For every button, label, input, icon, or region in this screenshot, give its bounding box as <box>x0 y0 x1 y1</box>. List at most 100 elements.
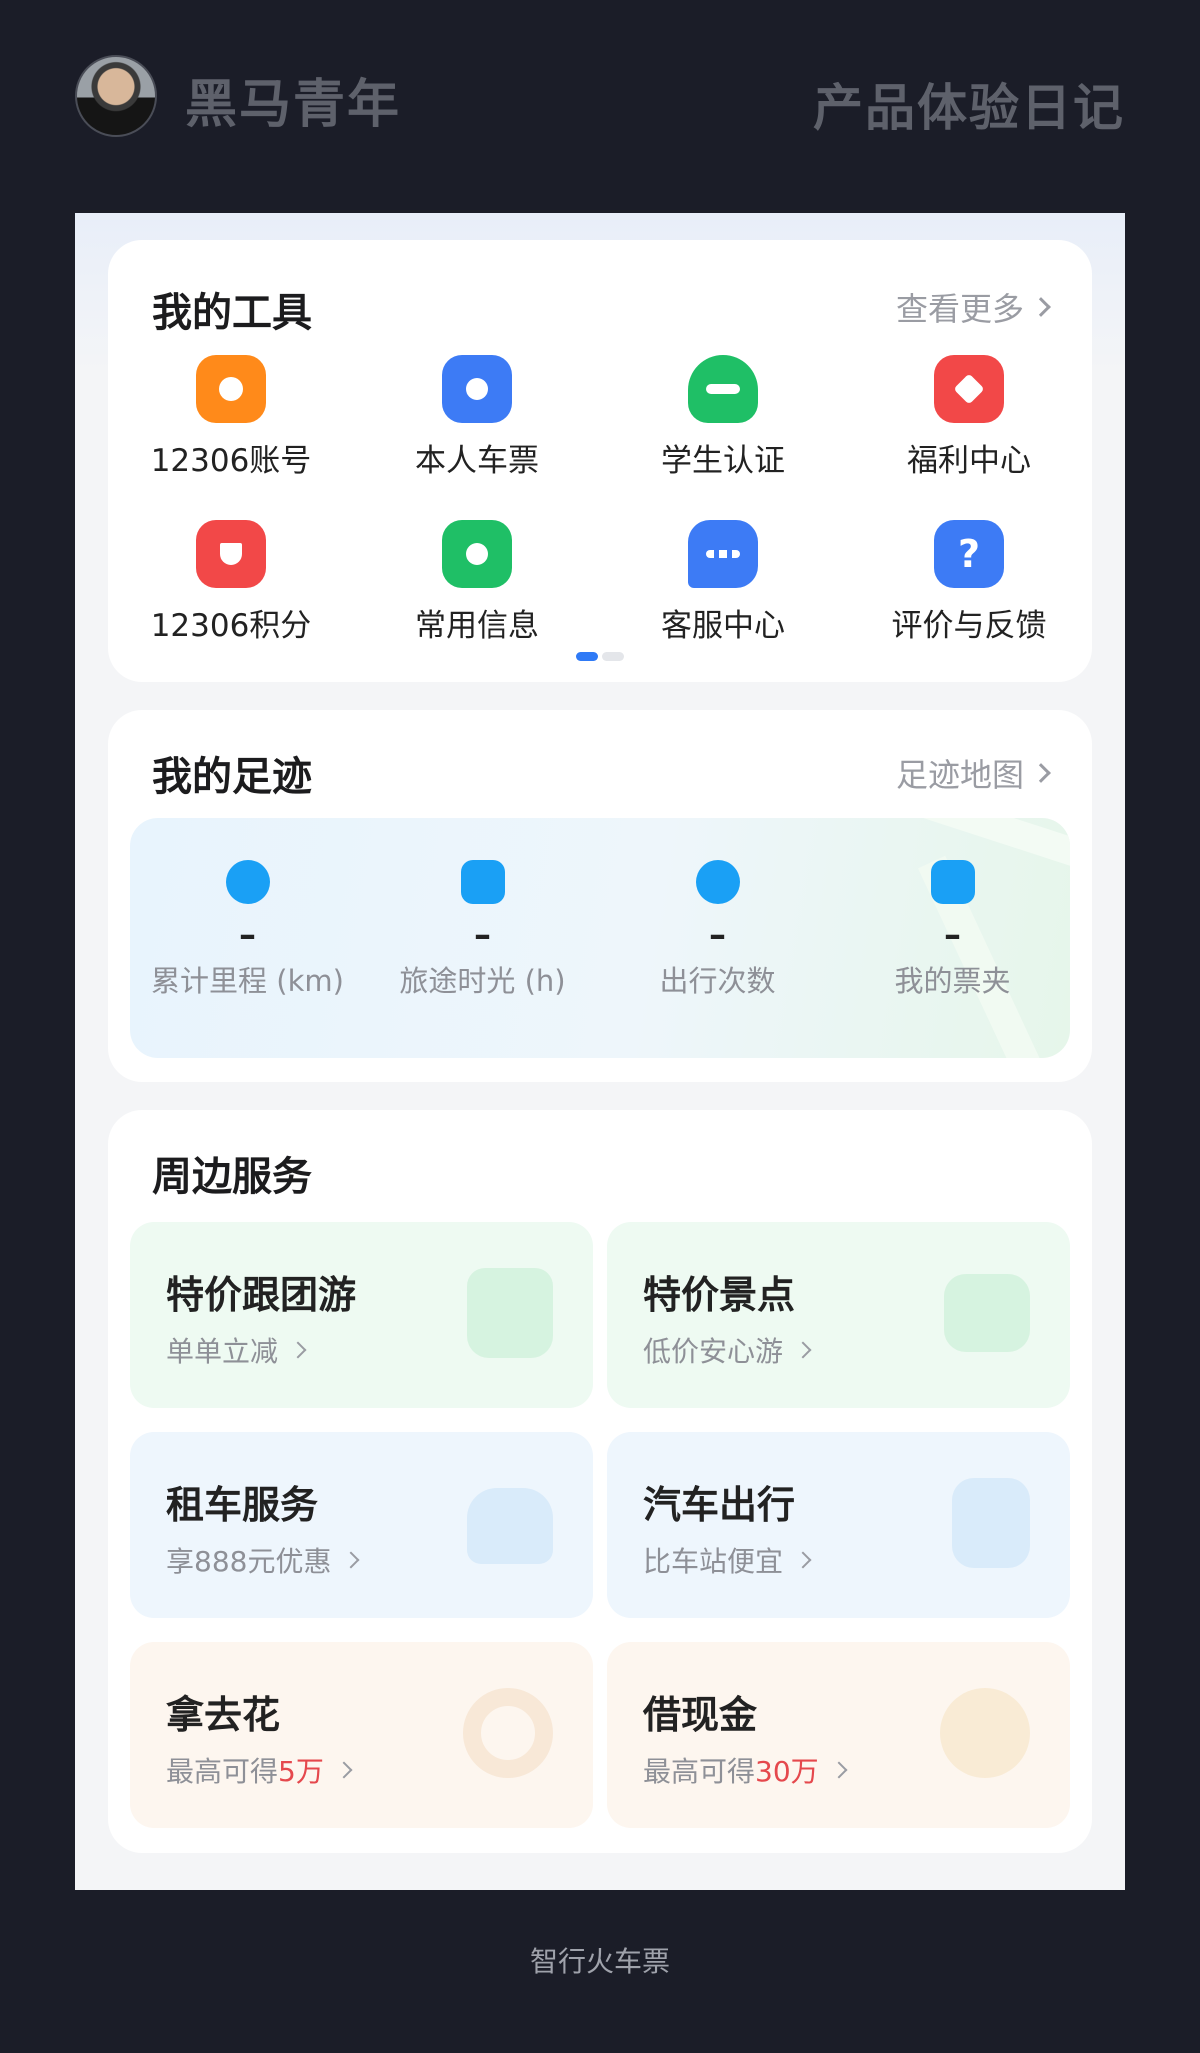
service-car-rental[interactable]: 租车服务 享888元优惠 <box>130 1432 593 1618</box>
contact-card-icon <box>442 520 512 588</box>
footprint-stats: – 累计里程 (km) – 旅途时光 (h) – 出行次数 – 我的票夹 <box>130 818 1070 1000</box>
chevron-right-icon <box>1031 297 1051 317</box>
stat-total-mileage[interactable]: – 累计里程 (km) <box>130 818 365 1000</box>
planet-icon <box>695 860 740 904</box>
tool-12306-account[interactable]: 12306账号 <box>108 355 354 480</box>
service-highlight: 5万 <box>278 1755 324 1788</box>
service-subtitle: 单单立减 <box>166 1330 307 1370</box>
stat-label: 累计里程 (km) <box>151 964 344 998</box>
avatar <box>75 55 157 137</box>
coin-icon <box>940 1688 1030 1778</box>
stat-value: – <box>239 915 256 955</box>
nearby-services-card: 周边服务 特价跟团游 单单立减 特价景点 低价安心游 租车服务 享888元优惠 … <box>108 1110 1092 1853</box>
tool-label: 客服中心 <box>661 608 785 644</box>
diary-title: 产品体验日记 <box>813 79 1125 137</box>
footprint-stats-panel: – 累计里程 (km) – 旅途时光 (h) – 出行次数 – 我的票夹 <box>130 818 1070 1058</box>
footprint-title: 我的足迹 <box>152 754 312 800</box>
service-title: 特价跟团游 <box>166 1273 357 1317</box>
tool-label: 评价与反馈 <box>891 608 1047 644</box>
service-subtitle: 最高可得30万 <box>643 1750 848 1790</box>
service-subtitle-text: 比车站便宜 <box>643 1545 784 1578</box>
view-more-label: 查看更多 <box>895 290 1024 328</box>
service-title: 特价景点 <box>643 1273 796 1317</box>
my-tools-title: 我的工具 <box>152 290 312 336</box>
page-dot <box>602 652 624 661</box>
footprint-map-link[interactable]: 足迹地图 <box>895 750 1051 796</box>
service-title: 汽车出行 <box>643 1483 796 1527</box>
points-wallet-icon <box>196 520 266 588</box>
tool-label: 学生认证 <box>661 443 785 479</box>
service-subtitle: 最高可得5万 <box>166 1750 353 1790</box>
service-subtitle: 低价安心游 <box>643 1330 812 1370</box>
service-naquhua[interactable]: 拿去花 最高可得5万 <box>130 1642 593 1828</box>
tool-common-info[interactable]: 常用信息 <box>354 520 600 645</box>
services-grid: 特价跟团游 单单立减 特价景点 低价安心游 租车服务 享888元优惠 汽车出行 … <box>130 1222 1070 1828</box>
page-header: 黑马青年 产品体验日记 <box>0 0 1200 200</box>
service-group-tour[interactable]: 特价跟团游 单单立减 <box>130 1222 593 1408</box>
car-icon <box>467 1488 553 1564</box>
stat-label: 旅途时光 (h) <box>399 964 566 998</box>
clock-icon <box>460 860 505 904</box>
luggage-icon <box>467 1268 553 1358</box>
service-cash-loan[interactable]: 借现金 最高可得30万 <box>607 1642 1070 1828</box>
service-subtitle: 比车站便宜 <box>643 1540 812 1580</box>
stat-value: – <box>944 915 961 955</box>
service-subtitle-text: 单单立减 <box>166 1335 279 1368</box>
ring-chart-icon <box>463 1688 553 1778</box>
chevron-right-icon <box>289 1341 307 1359</box>
tool-welfare-center[interactable]: 福利中心 <box>846 355 1092 480</box>
page-indicator <box>576 652 624 661</box>
service-scenic-spots[interactable]: 特价景点 低价安心游 <box>607 1222 1070 1408</box>
scenery-icon <box>944 1274 1030 1352</box>
page-dot-active <box>576 652 598 661</box>
chevron-right-icon <box>342 1551 360 1569</box>
chevron-right-icon <box>794 1341 812 1359</box>
app-name-caption: 智行火车票 <box>529 1945 670 1978</box>
services-title: 周边服务 <box>152 1154 312 1200</box>
tools-grid: 12306账号 本人车票 学生认证 福利中心 12306积分 常用信息 客服中心… <box>108 355 1092 645</box>
stat-travel-time[interactable]: – 旅途时光 (h) <box>365 818 600 1000</box>
tool-label: 常用信息 <box>415 608 539 644</box>
tool-feedback[interactable]: ? 评价与反馈 <box>846 520 1092 645</box>
compass-icon <box>225 860 270 904</box>
service-highlight: 30万 <box>755 1755 819 1788</box>
stat-value: – <box>709 915 726 955</box>
brand-name: 黑马青年 <box>185 75 402 135</box>
app-screen: 我的工具 查看更多 12306账号 本人车票 学生认证 福利中心 12306积分… <box>75 213 1125 1890</box>
view-more-link[interactable]: 查看更多 <box>895 284 1051 330</box>
stat-value: – <box>474 915 491 955</box>
tool-12306-points[interactable]: 12306积分 <box>108 520 354 645</box>
footprint-map-label: 足迹地图 <box>895 756 1024 794</box>
tool-own-ticket[interactable]: 本人车票 <box>354 355 600 480</box>
tool-student-verify[interactable]: 学生认证 <box>600 355 846 480</box>
chevron-right-icon <box>794 1551 812 1569</box>
stat-label: 我的票夹 <box>894 964 1011 998</box>
chevron-right-icon <box>335 1761 353 1779</box>
ticket-person-icon <box>442 355 512 423</box>
service-title: 借现金 <box>643 1693 758 1737</box>
service-title: 拿去花 <box>166 1693 281 1737</box>
stat-ticket-wallet[interactable]: – 我的票夹 <box>835 818 1070 1000</box>
bus-icon <box>952 1478 1030 1568</box>
user-badge-icon <box>196 355 266 423</box>
service-title: 租车服务 <box>166 1483 319 1527</box>
service-subtitle-text: 最高可得 <box>166 1755 279 1788</box>
stat-label: 出行次数 <box>659 964 776 998</box>
tool-label: 12306账号 <box>150 443 312 479</box>
graduation-cap-icon <box>688 355 758 423</box>
my-tools-card: 我的工具 查看更多 12306账号 本人车票 学生认证 福利中心 12306积分… <box>108 240 1092 682</box>
ticket-wallet-icon <box>930 860 975 904</box>
service-subtitle: 享888元优惠 <box>166 1540 360 1580</box>
service-coach-travel[interactable]: 汽车出行 比车站便宜 <box>607 1432 1070 1618</box>
tool-customer-service[interactable]: 客服中心 <box>600 520 846 645</box>
stat-trip-count[interactable]: – 出行次数 <box>600 818 835 1000</box>
chevron-right-icon <box>830 1761 848 1779</box>
service-subtitle-text: 享888元优惠 <box>166 1545 332 1578</box>
chat-bubble-icon <box>688 520 758 588</box>
question-icon: ? <box>934 520 1004 588</box>
chevron-right-icon <box>1031 763 1051 783</box>
tool-label: 本人车票 <box>415 443 539 479</box>
service-subtitle-text: 低价安心游 <box>643 1335 784 1368</box>
my-footprint-card: 我的足迹 足迹地图 – 累计里程 (km) – 旅途时光 (h) – 出行次数 … <box>108 710 1092 1082</box>
gift-star-icon <box>934 355 1004 423</box>
